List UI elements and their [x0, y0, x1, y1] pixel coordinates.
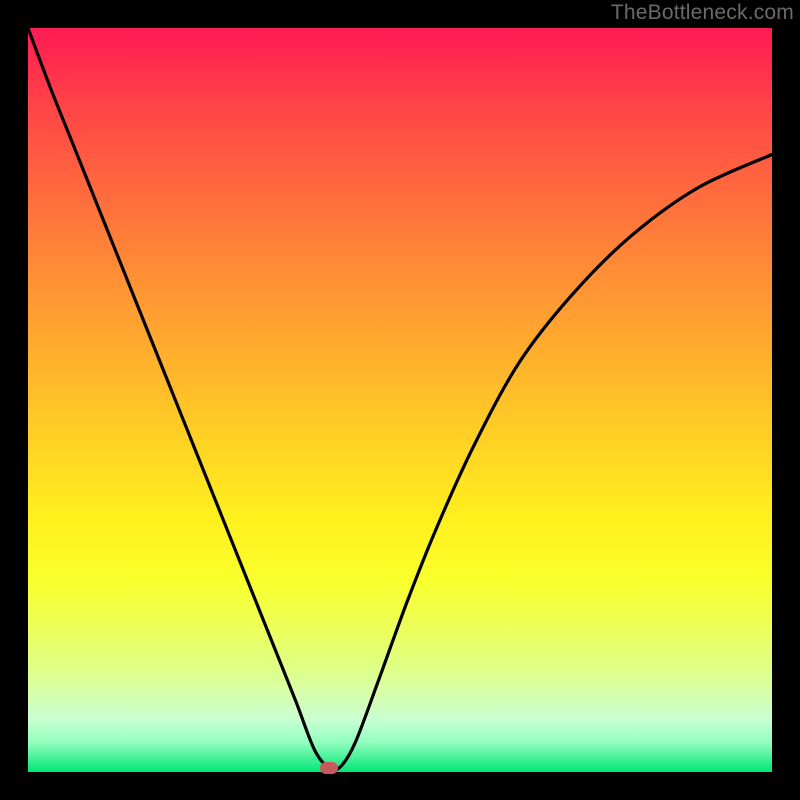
minimum-marker: [320, 762, 338, 774]
bottleneck-curve: [28, 28, 772, 772]
watermark-text: TheBottleneck.com: [611, 1, 794, 25]
chart-frame: TheBottleneck.com: [0, 0, 800, 800]
plot-area: [28, 28, 772, 772]
